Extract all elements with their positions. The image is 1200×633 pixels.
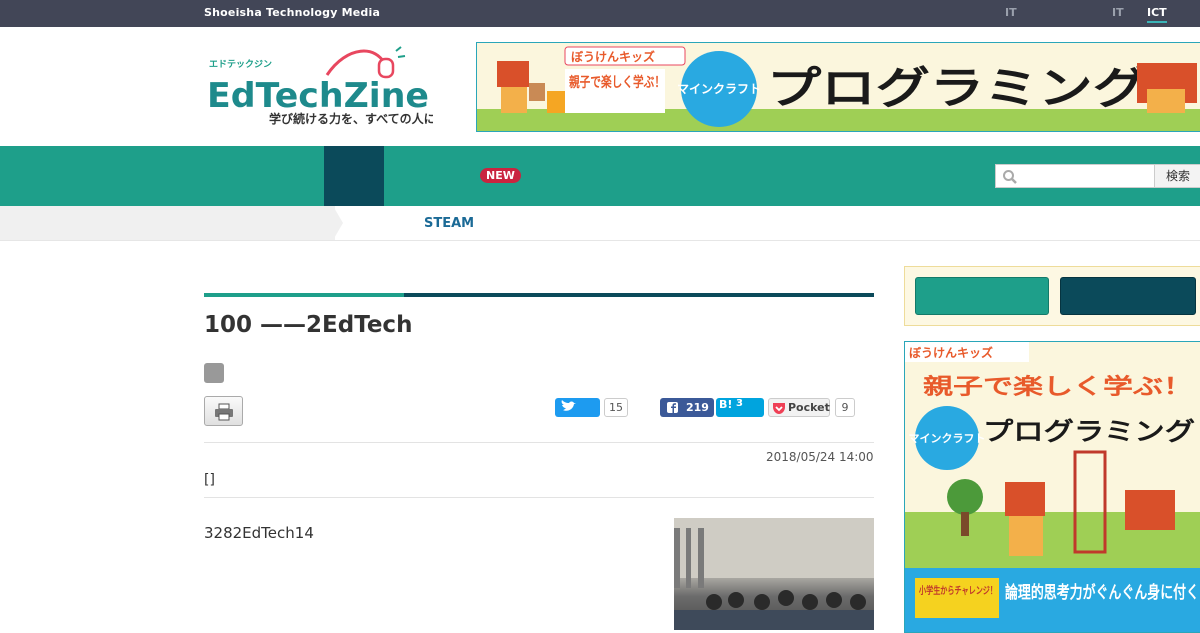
facebook-icon: [667, 402, 678, 413]
hatena-bookmark-button[interactable]: B! 3: [716, 398, 764, 417]
breadcrumb-separator: [333, 206, 343, 240]
audience-photo: [674, 518, 874, 630]
breadcrumb-home[interactable]: [0, 206, 335, 240]
nav-item-active[interactable]: [324, 146, 384, 206]
meta-divider-bottom: [204, 497, 874, 498]
twitter-share-button[interactable]: [555, 398, 600, 417]
logo-graphic: エドテックジン EdTechZine 学び続ける力を、すべての人に: [207, 46, 436, 126]
search-button[interactable]: 検索: [1154, 164, 1200, 188]
topbar-link-it-2[interactable]: IT: [1112, 6, 1124, 19]
meta-divider-top: [204, 442, 874, 443]
main-nav: NEW 検索: [0, 146, 1200, 206]
sidebar-button-secondary[interactable]: [1060, 277, 1196, 315]
pocket-icon: [773, 403, 785, 414]
pocket-button[interactable]: Pocket: [768, 398, 830, 417]
twitter-icon: [561, 400, 576, 411]
topbar-link-ict[interactable]: ICT: [1147, 6, 1167, 23]
article-title: 100 ——2EdTech: [204, 312, 413, 338]
top-banner-art: ぼうけんキッズ 親子で楽しく学ぶ！ マインクラフト プログラミング: [477, 46, 1200, 131]
top-banner-circle-text: マインクラフト: [677, 82, 761, 96]
top-banner-badge: ぼうけんキッズ: [571, 49, 655, 64]
brand-link[interactable]: Shoeisha Technology Media: [204, 6, 380, 19]
article-photo[interactable]: [674, 518, 874, 630]
twitter-count: 15: [604, 398, 628, 417]
article-tag-bracket: []: [204, 472, 215, 488]
top-banner-left-text: 親子で楽しく学ぶ！: [569, 74, 665, 91]
side-banner-footer-right: 論理的思考力がぐんぐん身に付く: [1005, 582, 1199, 603]
new-badge: NEW: [480, 168, 521, 183]
site-logo[interactable]: エドテックジン EdTechZine 学び続ける力を、すべての人に: [207, 45, 436, 126]
top-banner-headline: プログラミング: [767, 63, 1147, 114]
search-input[interactable]: [995, 164, 1155, 188]
side-banner-badge: ぼうけんキッズ: [909, 345, 993, 360]
side-ad-banner[interactable]: ぼうけんキッズ 親子で楽しく学ぶ！ マインクラフト プログラミング 小学生からチ…: [904, 341, 1200, 633]
author-avatar[interactable]: [204, 363, 224, 383]
side-banner-headline: プログラミング: [983, 417, 1195, 446]
logo-name: EdTechZine: [207, 76, 429, 116]
top-bar: Shoeisha Technology Media IT IT ICT: [0, 0, 1200, 27]
article-lead: 3282EdTech14: [204, 524, 314, 542]
pocket-label: Pocket: [788, 401, 830, 414]
breadcrumb-steam[interactable]: STEAM: [424, 216, 474, 231]
logo-kana: エドテックジン: [209, 59, 272, 70]
side-banner-circle-text: マインクラフト: [909, 432, 986, 445]
topbar-link-it-1[interactable]: IT: [1005, 6, 1017, 19]
facebook-count: 219: [686, 401, 709, 414]
printer-icon: [215, 403, 233, 421]
logo-tagline: 学び続ける力を、すべての人に: [269, 111, 433, 125]
search-icon: [1003, 170, 1017, 184]
site-header: エドテックジン EdTechZine 学び続ける力を、すべての人に ぼうけんキッ…: [0, 27, 1200, 146]
title-divider: [204, 293, 874, 297]
print-button[interactable]: [204, 396, 243, 426]
sidebar-button-panel: [904, 266, 1200, 326]
breadcrumb: STEAM: [0, 206, 1200, 241]
top-ad-banner[interactable]: ぼうけんキッズ 親子で楽しく学ぶ！ マインクラフト プログラミング: [476, 42, 1200, 132]
hatena-label: B!: [719, 398, 733, 411]
side-banner-footer-left: 小学生からチャレンジ！: [918, 584, 997, 597]
facebook-share-button[interactable]: 219: [660, 398, 714, 417]
pocket-count: 9: [835, 398, 855, 417]
side-banner-top-text: 親子で楽しく学ぶ！: [923, 374, 1193, 400]
hatena-count: 3: [736, 398, 743, 409]
sidebar-button-primary[interactable]: [915, 277, 1049, 315]
publish-date: 2018/05/24 14:00: [766, 450, 874, 464]
side-banner-art: ぼうけんキッズ 親子で楽しく学ぶ！ マインクラフト プログラミング 小学生からチ…: [905, 342, 1200, 632]
